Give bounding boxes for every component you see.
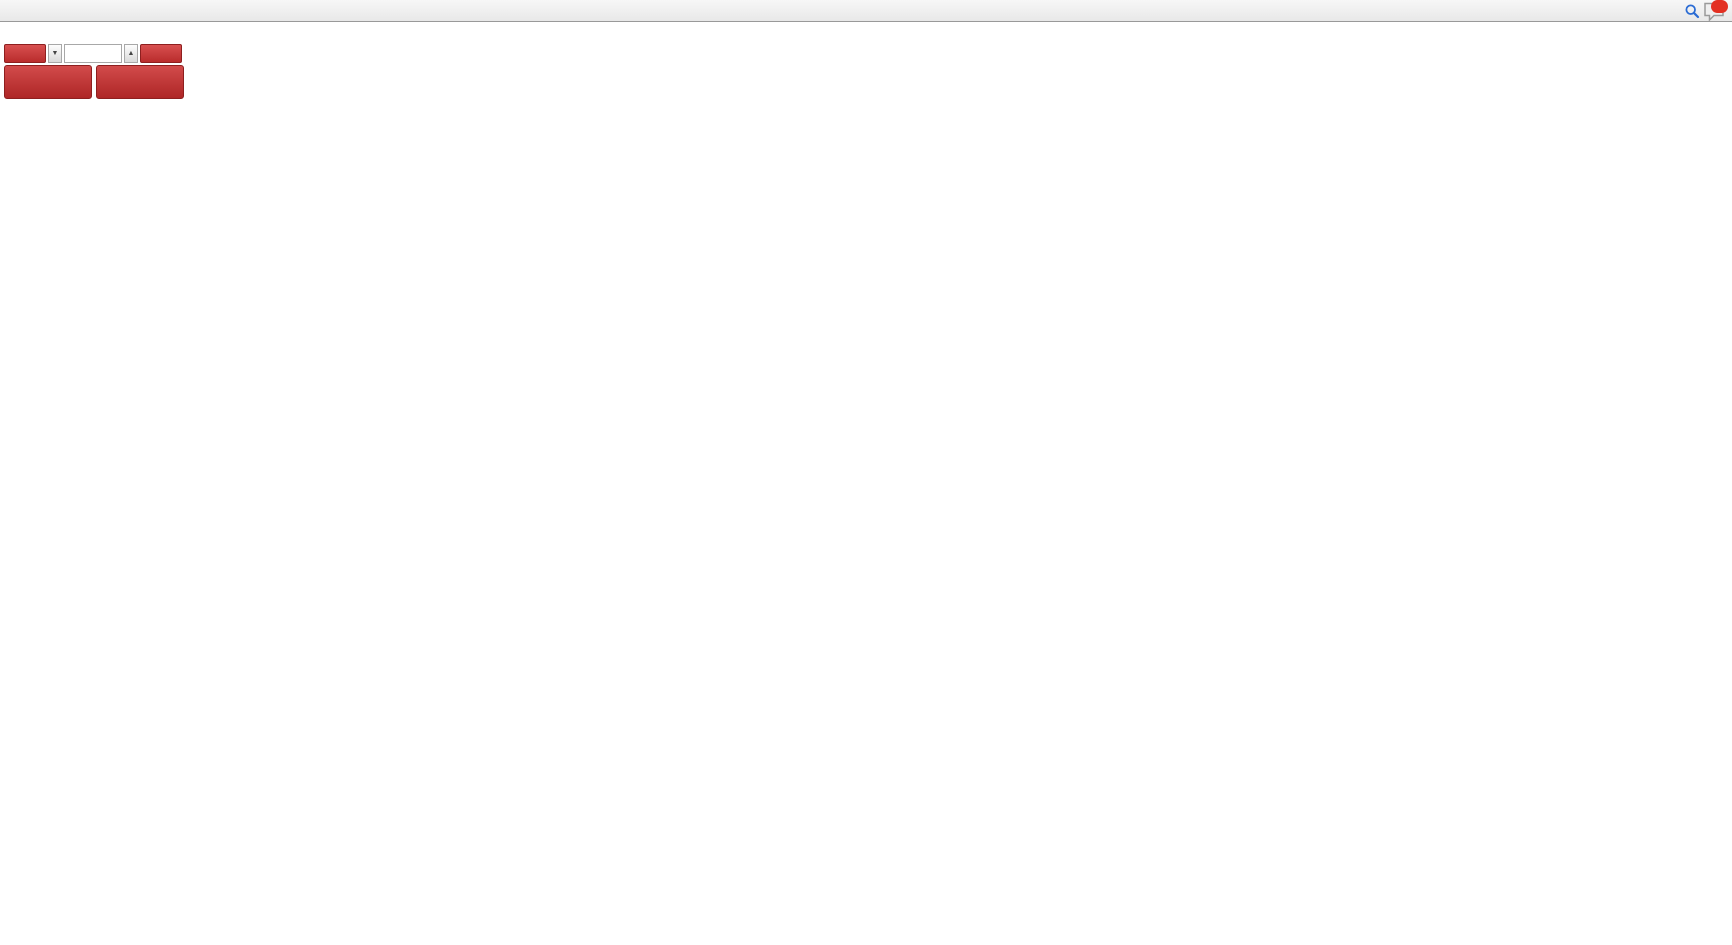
one-click-trade-panel: ▼ ▲	[4, 44, 184, 99]
toolbar-right	[1682, 0, 1726, 22]
notifications-icon[interactable]	[1702, 1, 1726, 21]
volume-increase-button[interactable]: ▲	[124, 44, 138, 63]
sell-price-button[interactable]	[4, 65, 92, 99]
buy-price-button[interactable]	[96, 65, 184, 99]
notification-badge	[1711, 0, 1728, 13]
top-toolbar	[0, 0, 1732, 22]
volume-decrease-button[interactable]: ▼	[48, 44, 62, 63]
sell-button[interactable]	[4, 44, 46, 63]
mt4-window: ▼ ▲	[0, 0, 1732, 945]
volume-input[interactable]	[64, 44, 122, 63]
search-icon[interactable]	[1682, 1, 1702, 21]
chart-ohlc-header	[6, 26, 30, 38]
chart-canvas[interactable]	[0, 0, 1732, 945]
buy-button[interactable]	[140, 44, 182, 63]
